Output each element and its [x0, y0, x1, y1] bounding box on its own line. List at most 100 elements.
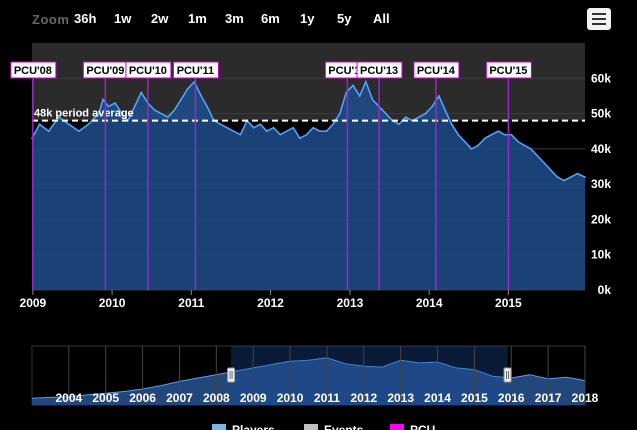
players-point [438, 95, 440, 97]
legend-item-events[interactable]: Events [304, 423, 364, 430]
event-flag: PCU'15 [485, 61, 532, 79]
players-point [398, 123, 400, 125]
players-point [232, 130, 235, 133]
players-point [484, 137, 486, 140]
players-point [464, 141, 466, 143]
players-point [279, 133, 282, 136]
event-flag-label: PCU'15 [489, 65, 527, 77]
legend-label: Events [324, 423, 364, 430]
players-point [67, 123, 70, 125]
x-tick-label: 2013 [337, 296, 364, 310]
players-point [444, 109, 446, 111]
event-flag: PCU'14 [413, 61, 460, 79]
y-tick-label: 60k [591, 71, 611, 85]
players-point [38, 123, 41, 125]
event-flag: PCU'11 [172, 61, 219, 79]
event-flag: PCU'09 [82, 61, 129, 79]
event-flag-label: PCU'09 [86, 65, 124, 77]
players-point [371, 98, 374, 101]
x-tick-label: 2014 [416, 296, 443, 310]
players-point [318, 130, 321, 133]
navigator-tick-label: 2013 [387, 391, 414, 405]
players-point [153, 109, 156, 111]
players-point [510, 133, 513, 136]
x-tick-label: 2010 [99, 296, 126, 310]
players-point [226, 126, 228, 129]
navigator-tick-label: 2004 [56, 391, 83, 405]
navigator-tick-label: 2018 [572, 391, 599, 405]
players-point [78, 130, 80, 133]
navigator-tick-label: 2008 [203, 391, 230, 405]
players-point [497, 130, 499, 133]
players-point [266, 130, 268, 133]
players-point [160, 112, 162, 115]
event-flag: PCU'13 [356, 61, 403, 79]
event-flag-label: PCU'13 [360, 65, 398, 77]
navigator-tick-label: 2012 [350, 391, 377, 405]
navigator-handle-right[interactable] [503, 367, 512, 383]
legend-item-players[interactable]: Players [212, 423, 275, 430]
players-point [503, 133, 506, 136]
players-point [563, 179, 565, 182]
y-tick-label: 10k [591, 248, 611, 262]
navigator-tick-label: 2014 [424, 391, 451, 405]
players-point [523, 144, 526, 147]
players-point [292, 126, 295, 129]
players-point [133, 105, 136, 108]
players-point [47, 130, 50, 133]
navigator-tick-label: 2017 [535, 391, 562, 405]
legend-swatch [304, 424, 318, 430]
players-point [517, 141, 519, 143]
event-flag: PCU'08 [10, 61, 57, 79]
players-point [206, 105, 208, 108]
navigator-tick-label: 2009 [240, 391, 267, 405]
players-point [450, 123, 453, 125]
players-point [140, 91, 142, 94]
players-point [418, 116, 420, 118]
players-point [102, 98, 104, 101]
players-point [219, 123, 222, 125]
y-tick-label: 30k [591, 177, 611, 191]
players-point [543, 162, 545, 164]
event-flag-label: PCU'08 [14, 65, 52, 77]
players-point [431, 105, 434, 108]
players-point [364, 81, 367, 83]
players-point [312, 126, 314, 129]
players-point [173, 109, 176, 111]
players-point [272, 126, 275, 129]
players-point [180, 98, 182, 101]
navigator-tick-label: 2016 [498, 391, 525, 405]
players-point [352, 84, 354, 87]
navigator-tick-label: 2015 [461, 391, 488, 405]
legend-item-pcu[interactable]: PCU [390, 423, 435, 430]
players-point [549, 169, 552, 171]
legend-label: Players [232, 423, 275, 430]
players-point [358, 95, 361, 97]
players-point [259, 123, 262, 125]
players-point [87, 123, 90, 125]
event-flag-label: PCU'11 [177, 65, 214, 77]
y-tick-label: 0k [598, 283, 612, 297]
players-point [404, 116, 407, 118]
event-flag: PCU'10 [125, 61, 172, 79]
players-point [576, 172, 579, 175]
players-point [556, 176, 559, 178]
players-point [470, 148, 473, 150]
players-point [299, 137, 301, 140]
players-point [252, 126, 255, 129]
x-tick-label: 2009 [20, 296, 47, 310]
x-tick-label: 2012 [257, 296, 284, 310]
players-point [114, 102, 116, 104]
legend-swatch [390, 424, 404, 430]
navigator-tick-label: 2010 [277, 391, 304, 405]
navigator-handle-left[interactable] [227, 367, 236, 383]
navigator-tick-label: 2007 [166, 391, 193, 405]
players-point [536, 155, 539, 157]
players-point [424, 112, 427, 115]
x-tick-label: 2015 [495, 296, 522, 310]
players-point [167, 116, 169, 118]
players-point [200, 95, 202, 97]
players-point [457, 133, 460, 136]
legend-label: PCU [410, 423, 435, 430]
players-point [584, 176, 586, 178]
